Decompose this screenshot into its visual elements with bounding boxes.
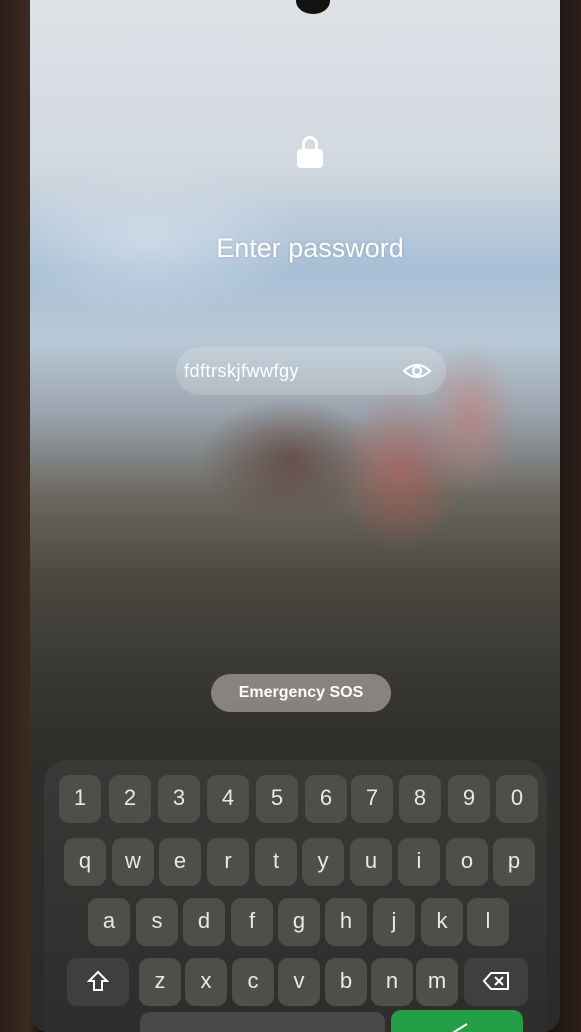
key-1[interactable]: 1 [59,775,101,823]
key-u[interactable]: u [350,838,392,886]
key-g[interactable]: g [278,898,320,946]
key-w[interactable]: w [112,838,154,886]
phone-frame: Enter password fdftrskjfwwfgy Emergency … [0,0,581,1032]
password-field[interactable]: fdftrskjfwwfgy [176,347,446,395]
enter-key[interactable] [391,1010,523,1032]
space-key[interactable] [140,1012,385,1032]
key-2[interactable]: 2 [109,775,151,823]
key-o[interactable]: o [446,838,488,886]
key-6[interactable]: 6 [305,775,347,823]
key-t[interactable]: t [255,838,297,886]
key-7[interactable]: 7 [351,775,393,823]
key-3[interactable]: 3 [158,775,200,823]
key-f[interactable]: f [231,898,273,946]
enter-icon [452,1023,468,1032]
key-4[interactable]: 4 [207,775,249,823]
key-y[interactable]: y [302,838,344,886]
key-x[interactable]: x [185,958,227,1006]
key-p[interactable]: p [493,838,535,886]
key-0[interactable]: 0 [496,775,538,823]
key-b[interactable]: b [325,958,367,1006]
key-j[interactable]: j [373,898,415,946]
key-5[interactable]: 5 [256,775,298,823]
key-q[interactable]: q [64,838,106,886]
key-v[interactable]: v [278,958,320,1006]
key-m[interactable]: m [416,958,458,1006]
key-9[interactable]: 9 [448,775,490,823]
key-h[interactable]: h [325,898,367,946]
eye-icon[interactable] [402,361,432,381]
key-k[interactable]: k [421,898,463,946]
key-l[interactable]: l [467,898,509,946]
key-c[interactable]: c [232,958,274,1006]
key-8[interactable]: 8 [399,775,441,823]
emergency-sos-button[interactable]: Emergency SOS [211,674,391,712]
key-r[interactable]: r [207,838,249,886]
key-d[interactable]: d [183,898,225,946]
key-a[interactable]: a [88,898,130,946]
page-title: Enter password [216,233,404,263]
backspace-key[interactable] [464,958,528,1006]
key-n[interactable]: n [371,958,413,1006]
password-input-value[interactable]: fdftrskjfwwfgy [184,347,299,395]
key-s[interactable]: s [136,898,178,946]
shift-icon [86,970,110,991]
shift-key[interactable] [67,958,129,1006]
key-e[interactable]: e [159,838,201,886]
key-i[interactable]: i [398,838,440,886]
key-z[interactable]: z [139,958,181,1006]
lock-icon [296,136,324,168]
backspace-icon [482,972,509,990]
